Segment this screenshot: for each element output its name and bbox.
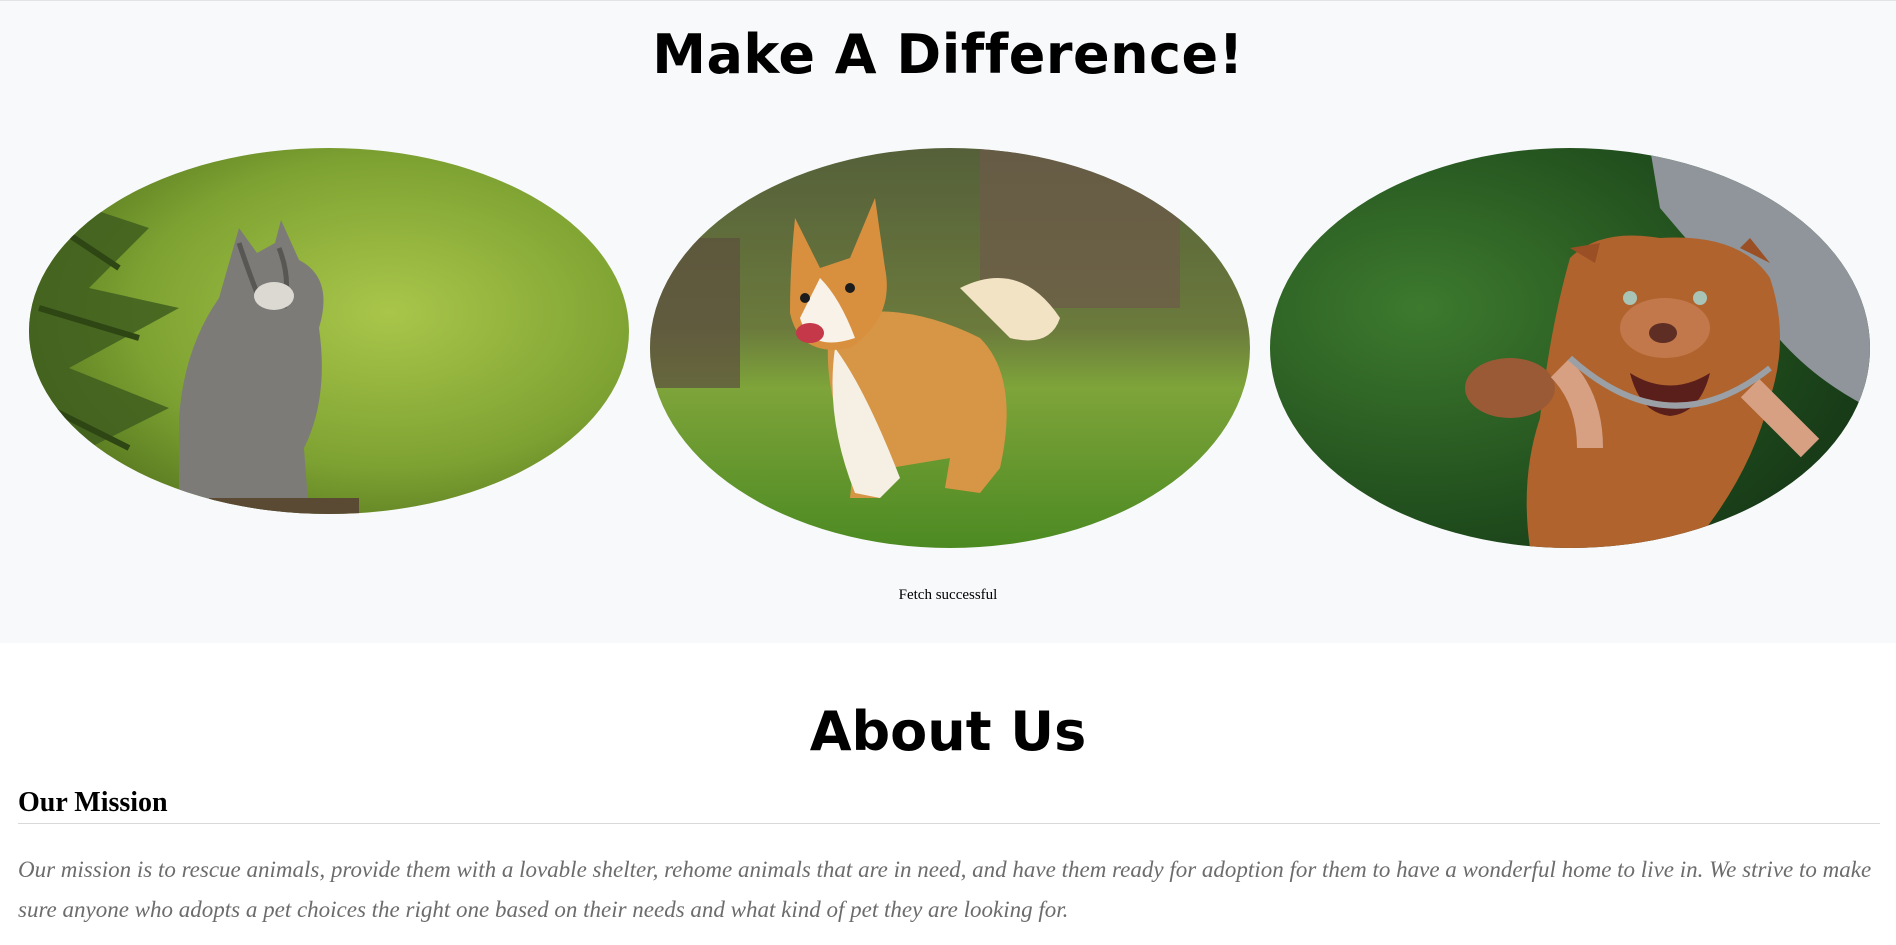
corgi-photo <box>650 148 1250 548</box>
pitbull-photo <box>1270 148 1870 548</box>
our-mission-heading: Our Mission <box>18 787 168 818</box>
mission-divider <box>18 823 1880 824</box>
hero-section: Make A Difference! Fetch successful <box>0 0 1896 643</box>
mission-paragraph: Our mission is to rescue animals, provid… <box>18 857 1872 922</box>
about-us-title: About Us <box>809 700 1087 763</box>
hero-title: Make A Difference! <box>652 23 1244 86</box>
fetch-status-text: Fetch successful <box>898 587 998 603</box>
cat-photo <box>29 148 629 514</box>
